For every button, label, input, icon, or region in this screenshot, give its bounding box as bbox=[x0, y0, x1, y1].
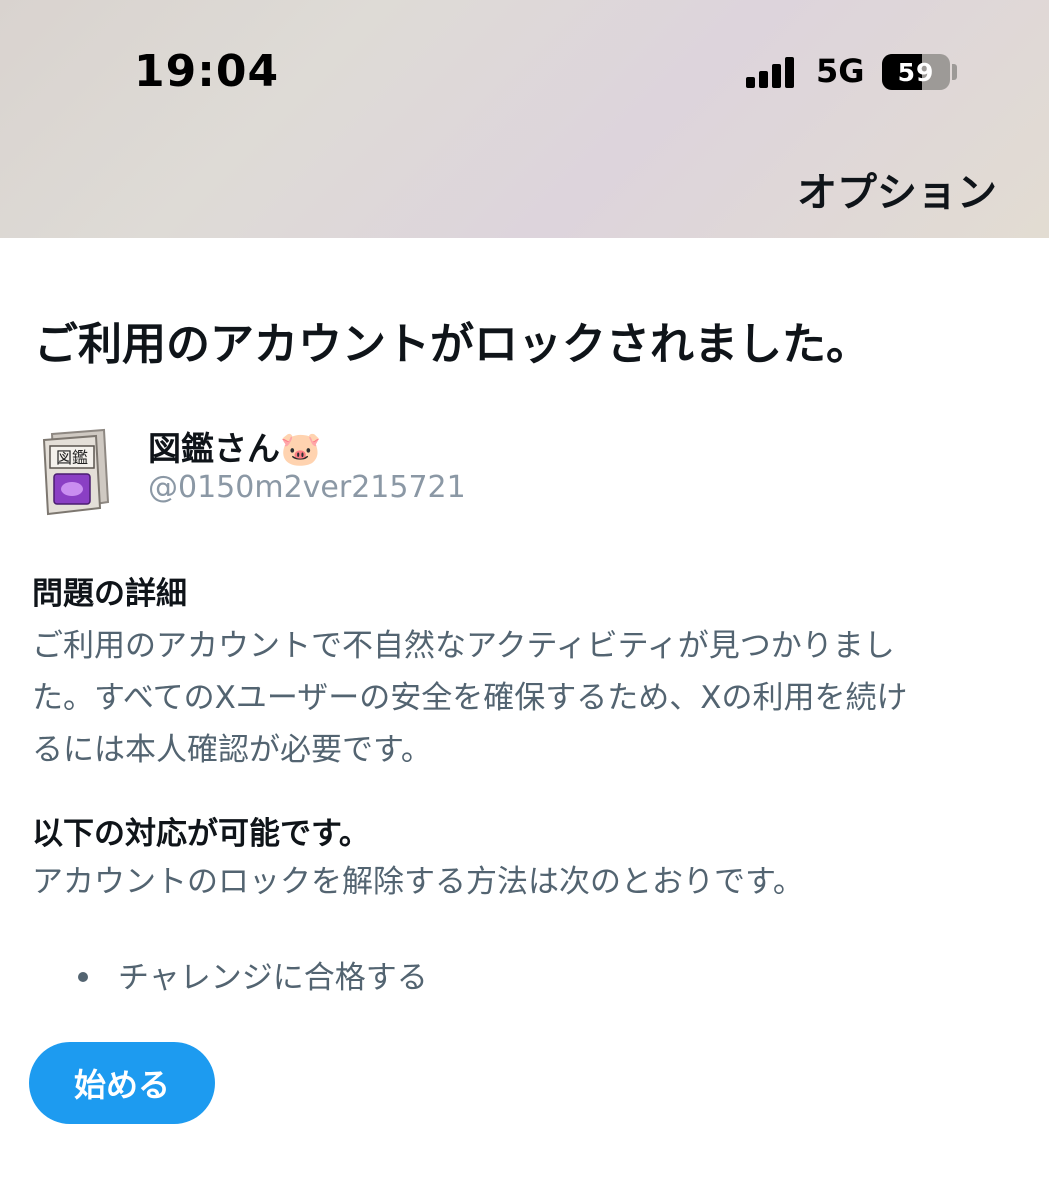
network-type: 5G bbox=[816, 52, 865, 90]
start-button[interactable]: 始める bbox=[29, 1042, 215, 1124]
options-button[interactable]: オプション bbox=[797, 160, 997, 218]
details-line: ご利用のアカウントで不自然なアクティビティが見つかりまし bbox=[32, 628, 895, 664]
page-title: ご利用のアカウントがロックされました。 bbox=[34, 319, 870, 370]
battery-icon: 59 bbox=[882, 54, 950, 90]
actions-intro: アカウントのロックを解除する方法は次のとおりです。 bbox=[32, 864, 804, 900]
actions-heading: 以下の対応が可能です。 bbox=[32, 816, 370, 852]
battery-level: 59 bbox=[897, 57, 935, 87]
cellular-signal-icon bbox=[746, 56, 798, 88]
battery-cap bbox=[952, 64, 957, 80]
avatar: 図鑑 bbox=[34, 426, 116, 516]
account-handle: @0150m2ver215721 bbox=[148, 470, 466, 505]
details-text: ご利用のアカウントで不自然なアクティビティが見つかりまし た。すべてのXユーザー… bbox=[32, 620, 1022, 776]
details-line: た。すべてのXユーザーの安全を確保するため、Xの利用を続け bbox=[32, 680, 908, 716]
account-display-name: 図鑑さん🐷 bbox=[148, 429, 322, 468]
details-line: るには本人確認が必要です。 bbox=[32, 732, 432, 768]
list-item-label: チャレンジに合格する bbox=[118, 960, 428, 996]
svg-text:図鑑: 図鑑 bbox=[56, 448, 88, 467]
details-heading: 問題の詳細 bbox=[32, 576, 187, 612]
list-item: チャレンジに合格する bbox=[78, 952, 428, 997]
bullet-icon bbox=[78, 971, 88, 982]
top-header: 19:04 5G 59 オプション bbox=[0, 0, 1049, 238]
status-time: 19:04 bbox=[134, 46, 280, 97]
